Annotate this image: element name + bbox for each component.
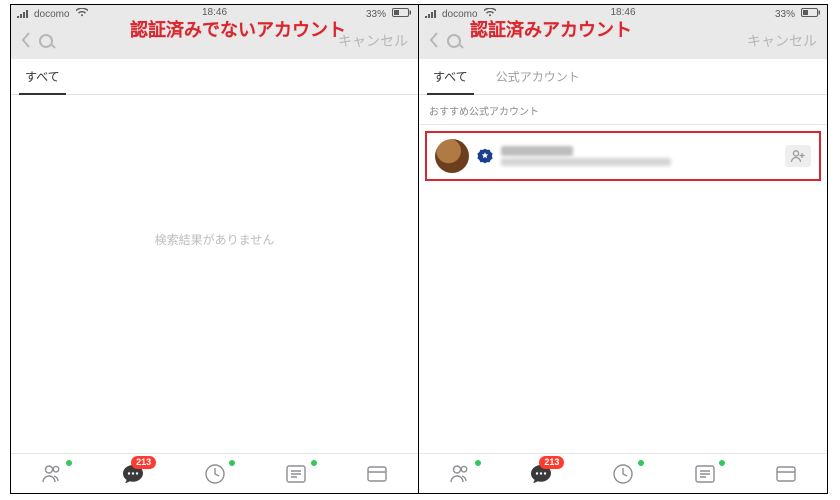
wifi-icon — [484, 8, 496, 20]
carrier-label: docomo — [34, 9, 70, 20]
cancel-button[interactable]: キャンセル — [338, 31, 408, 51]
nav-friends-dot — [475, 460, 481, 466]
battery-label: 33% — [366, 9, 386, 20]
account-avatar — [435, 139, 469, 173]
tab-all[interactable]: すべて — [11, 59, 74, 94]
search-icon — [447, 34, 461, 48]
signal-icon — [17, 10, 28, 18]
nav-wallet[interactable] — [337, 454, 418, 493]
nav-timeline[interactable] — [582, 454, 664, 493]
verified-badge-icon — [477, 148, 493, 164]
nav-chats-badge: 213 — [539, 456, 564, 469]
content-area: 検索結果がありません — [11, 95, 418, 453]
bottom-nav: 213 — [419, 453, 827, 493]
nav-friends[interactable] — [419, 454, 501, 493]
nav-timeline[interactable] — [174, 454, 255, 493]
tabs: すべて 公式アカウント — [419, 59, 827, 95]
nav-news[interactable] — [664, 454, 746, 493]
phone-unverified: docomo 33% 18:46 — [11, 5, 419, 493]
nav-news-dot — [719, 460, 725, 466]
tabs: すべて — [11, 59, 418, 95]
account-desc-blurred — [501, 158, 671, 166]
tab-official[interactable]: 公式アカウント — [482, 59, 594, 94]
battery-label: 33% — [775, 9, 795, 20]
nav-news[interactable] — [255, 454, 336, 493]
back-icon[interactable] — [21, 32, 31, 51]
cancel-button[interactable]: キャンセル — [747, 31, 817, 51]
section-recommended-title: おすすめ公式アカウント — [419, 95, 827, 125]
nav-timeline-dot — [229, 460, 235, 466]
nav-chats[interactable]: 213 — [92, 454, 173, 493]
search-bar: キャンセル — [419, 23, 827, 59]
phone-verified: docomo 33% 18:46 — [419, 5, 827, 493]
account-name-blurred — [501, 146, 573, 156]
battery-icon — [801, 8, 821, 20]
nav-friends-dot — [66, 460, 72, 466]
tab-all[interactable]: すべて — [419, 59, 482, 94]
search-icon — [39, 34, 53, 48]
search-input[interactable] — [447, 34, 739, 48]
add-friend-button[interactable] — [785, 145, 811, 167]
status-bar: docomo 33% 18:46 — [419, 5, 827, 23]
nav-timeline-dot — [638, 460, 644, 466]
content-area — [419, 125, 827, 453]
bottom-nav: 213 — [11, 453, 418, 493]
search-bar: キャンセル — [11, 23, 418, 59]
nav-news-dot — [311, 460, 317, 466]
battery-icon — [392, 8, 412, 20]
nav-chats-badge: 213 — [131, 456, 156, 469]
account-result-row[interactable] — [425, 131, 821, 181]
search-input[interactable] — [39, 34, 330, 48]
status-bar: docomo 33% 18:46 — [11, 5, 418, 23]
signal-icon — [425, 10, 436, 18]
nav-wallet[interactable] — [745, 454, 827, 493]
carrier-label: docomo — [442, 9, 478, 20]
nav-chats[interactable]: 213 — [501, 454, 583, 493]
nav-friends[interactable] — [11, 454, 92, 493]
back-icon[interactable] — [429, 32, 439, 51]
empty-results-label: 検索結果がありません — [11, 231, 418, 248]
wifi-icon — [76, 8, 88, 20]
